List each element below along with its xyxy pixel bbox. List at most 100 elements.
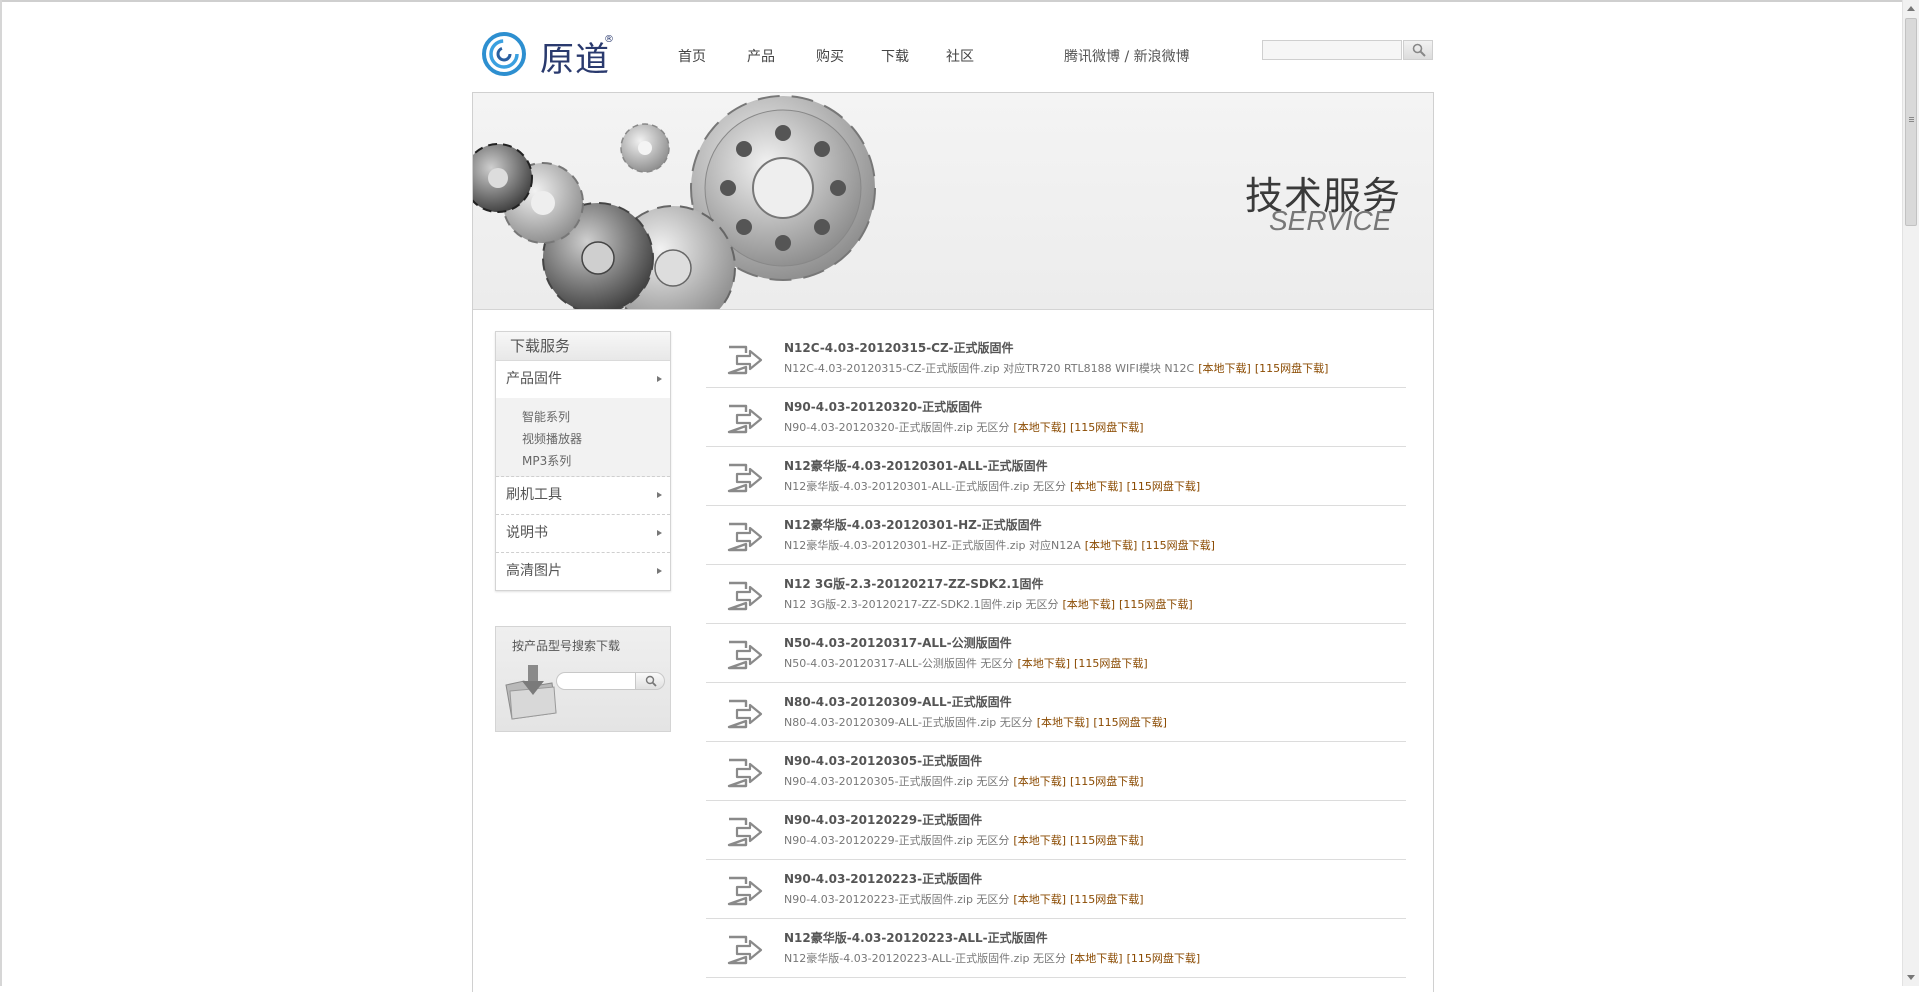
model-search-button[interactable] [635, 672, 665, 690]
submenu-item-smart[interactable]: 智能系列 [522, 406, 670, 428]
download-description: N90-4.03-20120305-正式版固件.zip 无区分 [本地下载] [11… [784, 773, 1144, 789]
download-description: N90-4.03-20120320-正式版固件.zip 无区分 [本地下载] [11… [784, 419, 1144, 435]
social-links: 腾讯微博 / 新浪微博 [1064, 46, 1190, 66]
gears-icon [473, 95, 876, 309]
sidebar-item-firmware[interactable]: 产品固件 [496, 361, 670, 398]
local-download-link[interactable]: [本地下载] [1017, 657, 1070, 670]
download-row: N12豪华版-4.03-20120223-ALL-正式版固件 N12豪华版-4.0… [706, 919, 1406, 978]
cloud-download-link[interactable]: [115网盘下载] [1119, 598, 1193, 611]
site-search-input[interactable] [1262, 40, 1402, 60]
cloud-download-link[interactable]: [115网盘下载] [1093, 716, 1167, 729]
download-title[interactable]: N12C-4.03-20120315-CZ-正式版固件 [784, 339, 1013, 356]
local-download-link[interactable]: [本地下载] [1070, 952, 1123, 965]
nav-buy[interactable]: 购买 [816, 46, 844, 66]
download-title[interactable]: N12豪华版-4.03-20120223-ALL-正式版固件 [784, 929, 1048, 946]
local-download-link[interactable]: [本地下载] [1085, 539, 1138, 552]
nav-products[interactable]: 产品 [747, 46, 775, 66]
local-download-link[interactable]: [本地下载] [1013, 421, 1066, 434]
download-title[interactable]: N80-4.03-20120309-ALL-正式版固件 [784, 693, 1012, 710]
scroll-thumb[interactable] [1905, 18, 1917, 226]
sina-weibo-link[interactable]: 新浪微博 [1134, 49, 1190, 65]
cloud-download-link[interactable]: [115网盘下载] [1074, 657, 1148, 670]
cloud-download-link[interactable]: [115网盘下载] [1070, 421, 1144, 434]
tencent-weibo-link[interactable]: 腾讯微博 [1064, 49, 1120, 65]
page-scrollbar[interactable] [1902, 0, 1919, 986]
download-title[interactable]: N90-4.03-20120229-正式版固件 [784, 811, 982, 828]
submenu-item-video-player[interactable]: 视频播放器 [522, 428, 670, 450]
sidebar-item-label: 刷机工具 [506, 487, 562, 503]
download-title[interactable]: N90-4.03-20120320-正式版固件 [784, 398, 982, 415]
firmware-submenu: 智能系列 视频播放器 MP3系列 [496, 398, 670, 477]
scroll-down-arrow[interactable] [1903, 969, 1919, 986]
main-container: 技术服务 SERVICE 下载服务 产品固件 智能系列 视频播放器 MP3系列 … [472, 92, 1434, 992]
chevron-right-icon [657, 376, 662, 382]
scroll-up-arrow[interactable] [1903, 0, 1919, 17]
download-title[interactable]: N90-4.03-20120305-正式版固件 [784, 752, 982, 769]
download-arrow-icon [726, 697, 764, 735]
download-desc-text: N80-4.03-20120309-ALL-正式版固件.zip 无区分 [784, 716, 1033, 729]
chevron-right-icon [657, 492, 662, 498]
cloud-download-link[interactable]: [115网盘下载] [1127, 952, 1201, 965]
local-download-link[interactable]: [本地下载] [1070, 480, 1123, 493]
logo-swirl-icon [482, 32, 526, 76]
download-arrow-icon [726, 402, 764, 440]
model-search-label: 按产品型号搜索下载 [512, 639, 621, 653]
cloud-download-link[interactable]: [115网盘下载] [1255, 362, 1329, 375]
site-header: 原道 ® 首页 产品 购买 下载 社区 腾讯微博 / 新浪微博 [472, 22, 1436, 90]
download-desc-text: N90-4.03-20120320-正式版固件.zip 无区分 [784, 421, 1010, 434]
download-arrow-icon [726, 815, 764, 853]
download-title[interactable]: N12豪华版-4.03-20120301-HZ-正式版固件 [784, 516, 1042, 533]
local-download-link[interactable]: [本地下载] [1037, 716, 1090, 729]
download-arrow-icon [726, 343, 764, 381]
window-left-border [0, 0, 2, 986]
download-description: N12 3G版-2.3-20120217-ZZ-SDK2.1固件.zip 无区分… [784, 596, 1193, 612]
download-description: N12豪华版-4.03-20120301-ALL-正式版固件.zip 无区分 [本… [784, 478, 1200, 494]
nav-community[interactable]: 社区 [946, 46, 974, 66]
download-row: N50-4.03-20120317-ALL-公测版固件 N50-4.03-2012… [706, 624, 1406, 683]
nav-download[interactable]: 下载 [881, 46, 909, 66]
sidebar-item-label: 产品固件 [506, 371, 562, 387]
service-banner: 技术服务 SERVICE [473, 93, 1433, 310]
download-arrow-icon [726, 638, 764, 676]
sidebar-heading: 下载服务 [496, 332, 670, 361]
local-download-link[interactable]: [本地下载] [1013, 775, 1066, 788]
model-search-input[interactable] [556, 672, 636, 690]
local-download-link[interactable]: [本地下载] [1062, 598, 1115, 611]
download-desc-text: N90-4.03-20120223-正式版固件.zip 无区分 [784, 893, 1010, 906]
download-desc-text: N12豪华版-4.03-20120301-HZ-正式版固件.zip 对应N12A [784, 539, 1081, 552]
local-download-link[interactable]: [本地下载] [1013, 834, 1066, 847]
local-download-link[interactable]: [本地下载] [1198, 362, 1251, 375]
nav-home[interactable]: 首页 [678, 46, 706, 66]
download-desc-text: N12C-4.03-20120315-CZ-正式版固件.zip 对应TR720 … [784, 362, 1195, 375]
cloud-download-link[interactable]: [115网盘下载] [1127, 480, 1201, 493]
cloud-download-link[interactable]: [115网盘下载] [1070, 893, 1144, 906]
download-desc-text: N12豪华版-4.03-20120301-ALL-正式版固件.zip 无区分 [784, 480, 1066, 493]
download-title[interactable]: N50-4.03-20120317-ALL-公测版固件 [784, 634, 1012, 651]
chevron-right-icon [657, 530, 662, 536]
sidebar-item-label: 说明书 [506, 525, 548, 541]
download-arrow-icon [726, 756, 764, 794]
site-search-button[interactable] [1403, 40, 1433, 60]
sidebar-item-manuals[interactable]: 说明书 [496, 515, 670, 553]
local-download-link[interactable]: [本地下载] [1013, 893, 1066, 906]
submenu-item-mp3[interactable]: MP3系列 [522, 450, 670, 472]
search-icon [1412, 43, 1426, 57]
download-description: N80-4.03-20120309-ALL-正式版固件.zip 无区分 [本地下载… [784, 714, 1167, 730]
download-arrow-icon [726, 579, 764, 617]
sidebar-item-hd-images[interactable]: 高清图片 [496, 553, 670, 590]
download-list: N12C-4.03-20120315-CZ-正式版固件 N12C-4.03-201… [706, 329, 1406, 978]
cloud-download-link[interactable]: [115网盘下载] [1070, 834, 1144, 847]
site-logo[interactable]: 原道 ® [480, 28, 614, 80]
cloud-download-link[interactable]: [115网盘下载] [1141, 539, 1215, 552]
download-row: N80-4.03-20120309-ALL-正式版固件 N80-4.03-2012… [706, 683, 1406, 742]
download-desc-text: N50-4.03-20120317-ALL-公测版固件 无区分 [784, 657, 1014, 670]
folder-download-icon [505, 665, 557, 720]
sidebar-item-flash-tools[interactable]: 刷机工具 [496, 477, 670, 515]
download-desc-text: N90-4.03-20120305-正式版固件.zip 无区分 [784, 775, 1010, 788]
download-description: N12豪华版-4.03-20120301-HZ-正式版固件.zip 对应N12A… [784, 537, 1215, 553]
cloud-download-link[interactable]: [115网盘下载] [1070, 775, 1144, 788]
download-title[interactable]: N12 3G版-2.3-20120217-ZZ-SDK2.1固件 [784, 575, 1043, 592]
social-separator: / [1120, 49, 1134, 65]
download-title[interactable]: N12豪华版-4.03-20120301-ALL-正式版固件 [784, 457, 1048, 474]
download-title[interactable]: N90-4.03-20120223-正式版固件 [784, 870, 982, 887]
